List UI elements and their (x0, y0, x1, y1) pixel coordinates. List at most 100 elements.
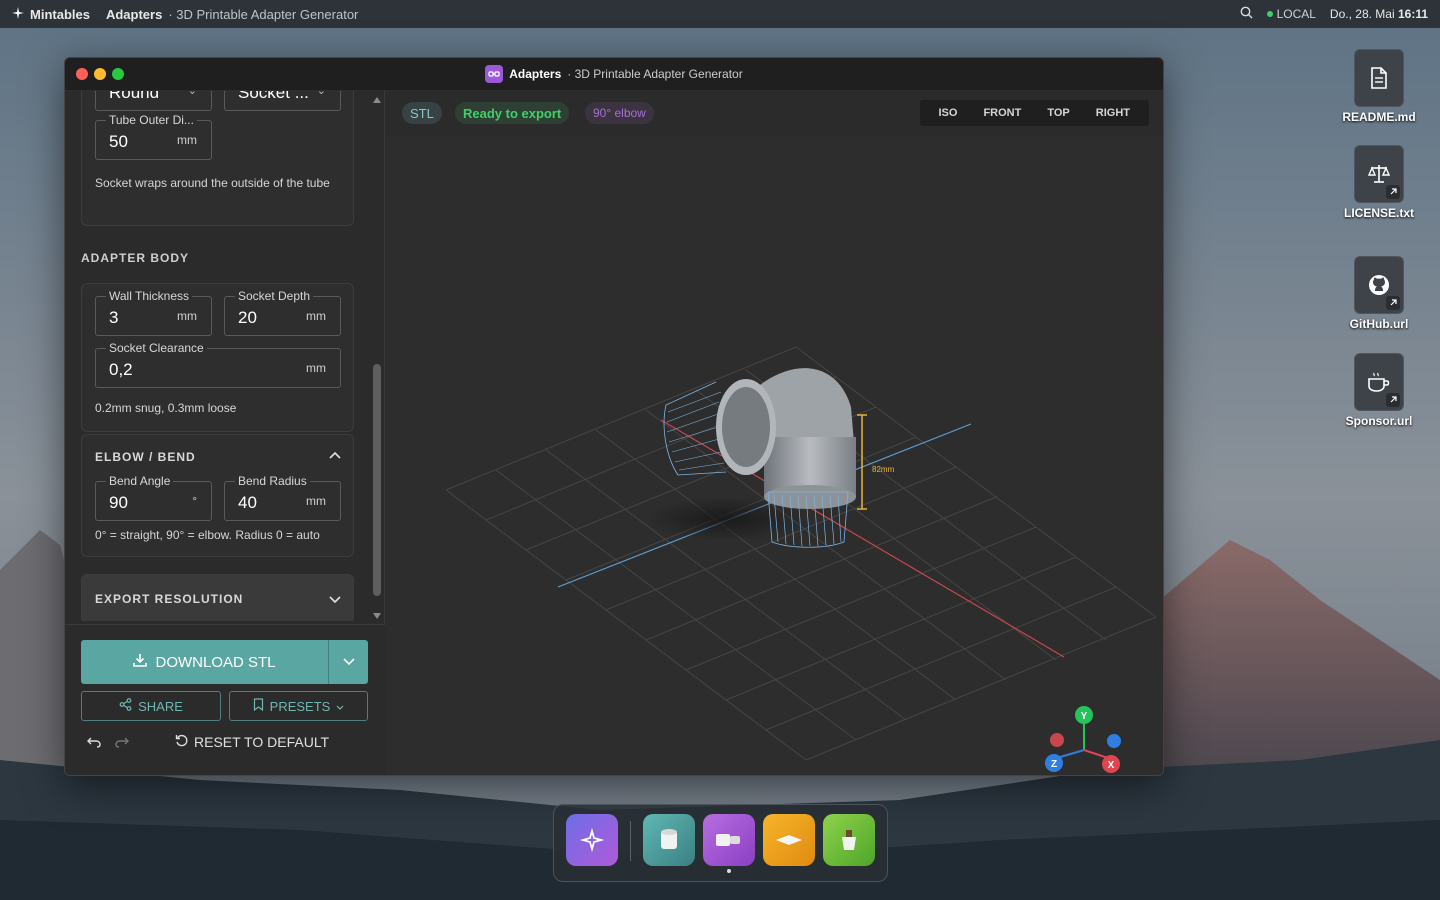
reset-label: RESET TO DEFAULT (194, 734, 330, 750)
field-value: 3 (109, 308, 119, 327)
viewport-toolbar: STL Ready to export 90° elbow ISO FRONT … (386, 91, 1163, 137)
field-value: 0,2 (109, 360, 133, 379)
view-right-button[interactable]: RIGHT (1083, 107, 1143, 119)
scroll-up-arrow[interactable] (373, 97, 381, 103)
scales-icon (1354, 145, 1404, 203)
bend-angle-field[interactable]: Bend Angle 90 ° (95, 474, 212, 521)
bend-radius-field[interactable]: Bend Radius 40 mm (224, 474, 341, 521)
undo-icon[interactable] (87, 735, 101, 751)
chevron-down-icon[interactable] (329, 593, 341, 607)
settings-scrollbar[interactable] (371, 91, 383, 621)
history-controls (87, 735, 129, 751)
3d-viewport[interactable]: STL Ready to export 90° elbow ISO FRONT … (386, 91, 1164, 776)
adapter-app-icon (485, 65, 504, 83)
presets-button[interactable]: PRESETS (229, 691, 368, 721)
reset-to-default-button[interactable]: RESET TO DEFAULT (175, 734, 329, 750)
chevron-up-icon[interactable] (329, 448, 341, 462)
chevron-down-icon: ⌄ (316, 91, 326, 97)
profile-shape-select[interactable]: Round ⌄ (95, 91, 212, 111)
local-status: LOCAL (1266, 7, 1316, 21)
clock-time: 16:11 (1397, 7, 1428, 21)
gizmo-x-label: X (1108, 760, 1115, 771)
download-stl-button-group: DOWNLOAD STL (81, 640, 368, 684)
desktop-icon-sponsor[interactable]: Sponsor.url (1340, 353, 1418, 428)
brand-menu[interactable]: Mintables (12, 6, 90, 22)
profile-shape-value: Round (109, 91, 160, 102)
search-icon[interactable] (1240, 6, 1253, 22)
field-value: 40 (238, 493, 257, 512)
tray-dock-icon[interactable] (763, 814, 815, 866)
desktop-icon-license[interactable]: LICENSE.txt (1340, 145, 1418, 220)
field-value: 50 (109, 132, 128, 151)
gizmo-neg-x-axis (1050, 733, 1064, 747)
window-subtitle: · 3D Printable Adapter Generator (567, 67, 743, 81)
view-top-button[interactable]: TOP (1034, 107, 1082, 119)
ready-status-badge: Ready to export (455, 102, 570, 124)
shortcut-arrow-icon (1386, 393, 1400, 407)
reset-icon (175, 734, 188, 750)
tube-help-text: Socket wraps around the outside of the t… (95, 176, 330, 190)
dimension-label: 82mm (872, 465, 895, 474)
view-iso-button[interactable]: ISO (926, 107, 971, 119)
active-app-indicator (727, 869, 731, 873)
plant-pot-dock-icon[interactable] (823, 814, 875, 866)
socket-depth-field[interactable]: Socket Depth 20 mm (224, 289, 341, 336)
presets-label: PRESETS (269, 698, 331, 714)
field-unit: mm (306, 494, 326, 508)
settings-panel: Round ⌄ Socket ... ⌄ Tube Outer Di... 50… (65, 91, 385, 775)
wall-thickness-field[interactable]: Wall Thickness 3 mm (95, 289, 212, 336)
dock-separator (630, 821, 631, 861)
field-value: 90 (109, 493, 128, 512)
window-titlebar[interactable]: Adapters · 3D Printable Adapter Generato… (65, 58, 1163, 91)
desktop-icon-label: Sponsor.url (1345, 414, 1413, 428)
download-stl-button[interactable]: DOWNLOAD STL (81, 640, 328, 684)
mintables-dock-icon[interactable] (566, 814, 618, 866)
format-badge: STL (402, 102, 442, 124)
app-subtitle: · 3D Printable Adapter Generator (168, 6, 359, 22)
tube-outer-diameter-field[interactable]: Tube Outer Di... 50 mm (95, 113, 212, 160)
desktop-icon-readme[interactable]: README.md (1340, 49, 1418, 124)
field-unit: mm (177, 133, 197, 147)
local-status-label: LOCAL (1276, 7, 1316, 21)
redo-icon[interactable] (115, 735, 129, 751)
actions-bar: DOWNLOAD STL SHARE PRESETS RESET TO DEFA… (65, 624, 385, 775)
socket-clearance-field[interactable]: Socket Clearance 0,2 mm (95, 341, 341, 388)
desktop-icon-label: GitHub.url (1349, 317, 1409, 331)
window-title: Adapters · 3D Printable Adapter Generato… (65, 65, 1163, 83)
share-button[interactable]: SHARE (81, 691, 221, 721)
3d-scene[interactable]: 82mm Y X Z (386, 137, 1164, 776)
export-resolution-card[interactable]: EXPORT RESOLUTION (81, 574, 354, 621)
github-icon (1354, 256, 1404, 314)
sparkle-icon (12, 6, 24, 22)
desktop-icon-github[interactable]: GitHub.url (1340, 256, 1418, 331)
connection-type-select[interactable]: Socket ... ⌄ (224, 91, 341, 111)
app-menu[interactable]: Adapters (106, 7, 162, 22)
field-label: Bend Radius (235, 474, 310, 488)
toilet-roll-dock-icon[interactable] (643, 814, 695, 866)
field-unit: mm (306, 361, 326, 375)
download-options-toggle[interactable] (328, 640, 368, 684)
settings-scroll-area[interactable]: Round ⌄ Socket ... ⌄ Tube Outer Di... 50… (65, 91, 385, 621)
shortcut-arrow-icon (1386, 296, 1400, 310)
chevron-down-icon: ⌄ (187, 91, 197, 97)
download-stl-label: DOWNLOAD STL (155, 653, 276, 671)
scroll-down-arrow[interactable] (373, 613, 381, 619)
clearance-help-text: 0.2mm snug, 0.3mm loose (95, 401, 237, 415)
chevron-down-icon (342, 658, 355, 666)
coffee-icon (1354, 353, 1404, 411)
chevron-down-icon (336, 699, 344, 714)
desktop-icon-label: README.md (1342, 110, 1416, 124)
view-front-button[interactable]: FRONT (970, 107, 1034, 119)
gizmo-z-label: Z (1051, 759, 1057, 770)
download-icon (133, 653, 148, 671)
field-label: Tube Outer Di... (106, 113, 197, 127)
scrollbar-thumb[interactable] (373, 364, 381, 596)
adapters-dock-icon[interactable] (703, 814, 755, 866)
brand-label: Mintables (30, 6, 90, 22)
share-icon (119, 698, 132, 714)
dock (553, 804, 888, 882)
field-value: 20 (238, 308, 257, 327)
clock[interactable]: Do., 28. Mai 16:11 (1330, 7, 1428, 21)
elbow-bend-card: ELBOW / BEND Bend Angle 90 ° Bend Radius… (81, 434, 354, 557)
bookmark-icon (253, 698, 264, 714)
